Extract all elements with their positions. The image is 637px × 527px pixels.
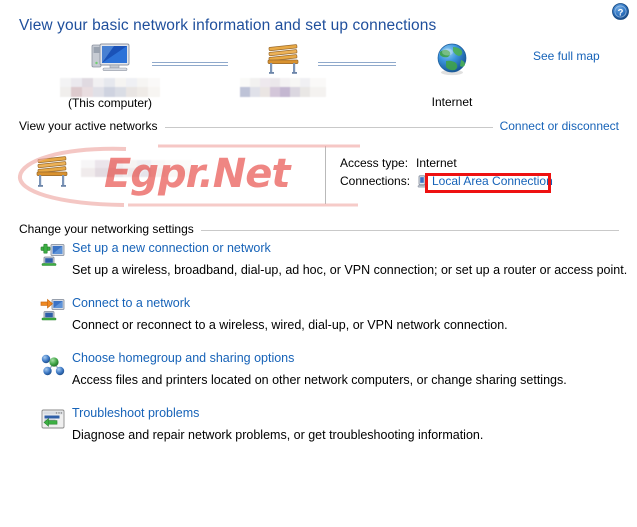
task-troubleshoot-problems[interactable]: Troubleshoot problems Diagnose and repai…: [0, 405, 637, 455]
task-choose-homegroup[interactable]: Choose homegroup and sharing options Acc…: [0, 350, 637, 400]
connect-or-disconnect-link[interactable]: Connect or disconnect: [492, 119, 619, 133]
connect-to-network-icon: [40, 298, 66, 322]
network-adapter-icon: [416, 175, 428, 189]
active-networks-section-header: View your active networks Connect or dis…: [19, 119, 619, 135]
active-networks-label: View your active networks: [19, 119, 165, 133]
map-node-caption-internet: Internet: [431, 95, 473, 109]
help-question-icon[interactable]: ?: [612, 3, 629, 20]
access-type-value: Internet: [416, 156, 457, 170]
computer-name-redacted: [60, 78, 160, 97]
see-full-map-link[interactable]: See full map: [533, 49, 600, 63]
page-title: View your basic network information and …: [19, 17, 437, 34]
settings-label: Change your networking settings: [19, 222, 201, 236]
homegroup-sharing-icon: [40, 353, 66, 377]
task-link-choose-homegroup[interactable]: Choose homegroup and sharing options: [72, 350, 294, 366]
task-link-troubleshoot-problems[interactable]: Troubleshoot problems: [72, 405, 199, 421]
active-network-panel: Access type: Internet Connections: Local…: [19, 146, 619, 204]
troubleshoot-icon: [40, 408, 66, 432]
task-desc-troubleshoot-problems: Diagnose and repair network problems, or…: [72, 428, 484, 442]
map-node-network[interactable]: [228, 42, 338, 97]
task-link-set-up-new-connection[interactable]: Set up a new connection or network: [72, 240, 271, 256]
task-connect-to-network[interactable]: Connect to a network Connect or reconnec…: [0, 295, 637, 345]
network-name-redacted: [240, 78, 326, 97]
active-network-name-redacted: [81, 160, 191, 177]
settings-section-header: Change your networking settings: [19, 222, 619, 238]
active-network-divider: [325, 146, 326, 204]
network-sharing-center-page: ? View your basic network information an…: [0, 0, 637, 527]
network-bench-icon: [228, 42, 338, 76]
task-link-connect-to-network[interactable]: Connect to a network: [72, 295, 190, 311]
internet-globe-icon: [412, 42, 492, 76]
detail-row-access-type: Access type: Internet: [340, 154, 553, 172]
connections-label: Connections:: [340, 174, 411, 188]
access-type-label: Access type:: [340, 156, 409, 170]
task-desc-set-up-new-connection: Set up a wireless, broadband, dial-up, a…: [72, 263, 628, 277]
map-node-caption-this-computer: (This computer): [67, 96, 153, 110]
task-desc-choose-homegroup: Access files and printers located on oth…: [72, 373, 567, 387]
detail-row-connections: Connections: Local Area Connection: [340, 172, 553, 190]
map-link-line-1: [152, 62, 228, 68]
map-node-internet[interactable]: Internet: [412, 42, 492, 109]
task-set-up-new-connection[interactable]: Set up a new connection or network Set u…: [0, 240, 637, 290]
task-desc-connect-to-network: Connect or reconnect to a wireless, wire…: [72, 318, 508, 332]
map-link-line-2: [318, 62, 396, 68]
svg-text:?: ?: [618, 7, 624, 18]
active-network-details: Access type: Internet Connections: Local…: [340, 154, 553, 190]
computer-monitor-icon: [48, 42, 172, 76]
map-node-this-computer[interactable]: (This computer): [48, 42, 172, 110]
local-area-connection-link[interactable]: Local Area Connection: [432, 172, 553, 190]
add-new-connection-icon: [40, 243, 66, 267]
networking-tasks-list: Set up a new connection or network Set u…: [0, 240, 637, 460]
active-network-bench-icon: [29, 154, 75, 193]
